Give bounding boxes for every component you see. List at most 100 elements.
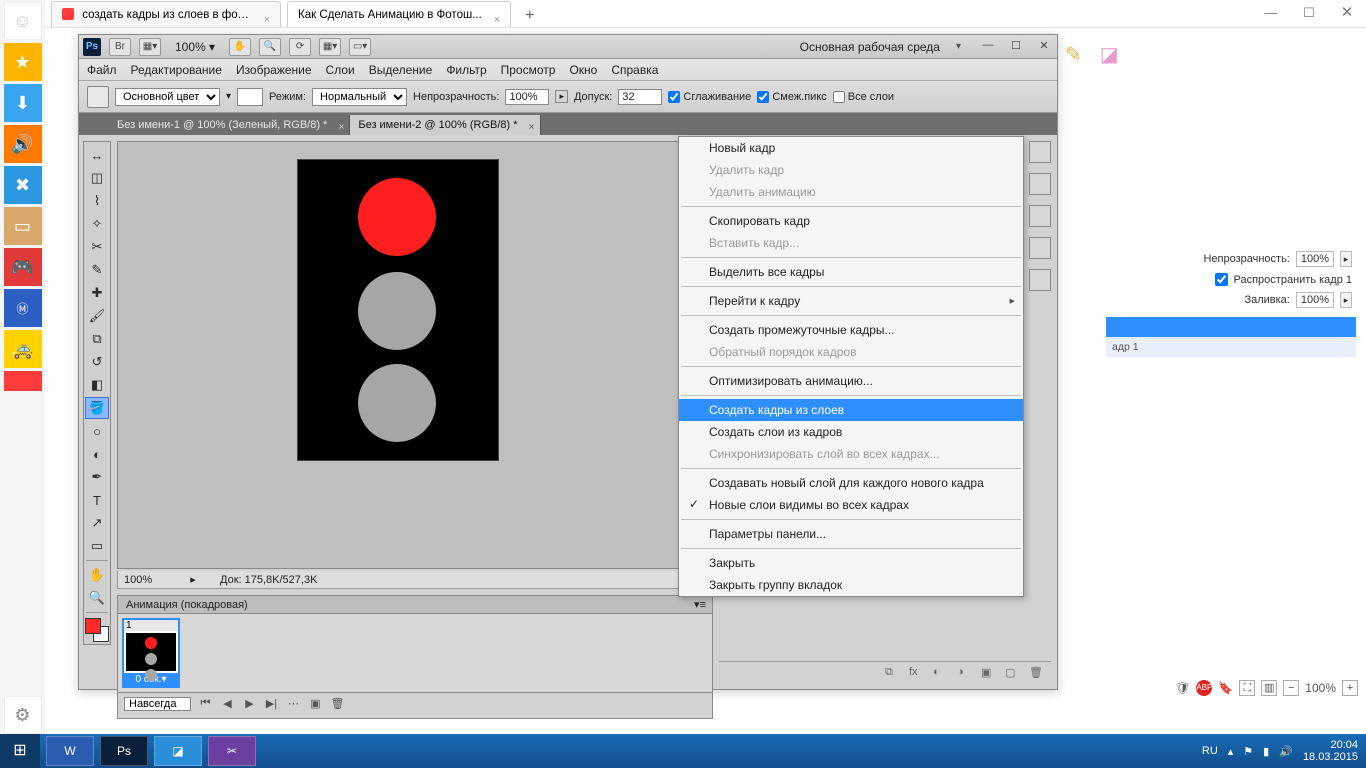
new-tab-button[interactable]: + (517, 5, 543, 27)
ctx-panel-options[interactable]: Параметры панели... (679, 523, 1023, 545)
sidebar-downloads-icon[interactable]: ⬇ (4, 84, 42, 122)
marquee-tool-icon[interactable]: ◫ (85, 167, 109, 189)
loop-select[interactable]: Навсегда (124, 697, 191, 711)
ctx-copy-frame[interactable]: Скопировать кадр (679, 210, 1023, 232)
zoom-tool-icon[interactable]: 🔍 (259, 38, 281, 56)
rotate-view-icon[interactable]: ⟳ (289, 38, 311, 56)
status-arrow-icon[interactable]: ▸ (186, 573, 200, 586)
menu-select[interactable]: Выделение (369, 63, 433, 77)
stamp-tool-icon[interactable]: ⧉ (85, 328, 109, 350)
collapsed-panel-icon[interactable] (1029, 205, 1051, 227)
zoom-out-button[interactable]: − (1283, 680, 1299, 696)
type-tool-icon[interactable]: T (85, 489, 109, 511)
menu-help[interactable]: Справка (611, 63, 658, 77)
collapsed-panel-icon[interactable] (1029, 141, 1051, 163)
eraser-icon[interactable]: ◪ (1100, 42, 1119, 67)
ctx-optimize[interactable]: Оптимизировать анимацию... (679, 370, 1023, 392)
collapsed-panel-icon[interactable] (1029, 237, 1051, 259)
group-icon[interactable]: ▣ (981, 666, 997, 680)
collapsed-panel-icon[interactable] (1029, 269, 1051, 291)
tab-close-icon[interactable]: × (260, 7, 274, 21)
pattern-swatch[interactable] (237, 88, 263, 106)
view-extras-button[interactable]: ▦▾ (139, 38, 161, 56)
wand-tool-icon[interactable]: ✧ (85, 213, 109, 235)
ps-maximize-button[interactable]: ☐ (1007, 39, 1025, 55)
bridge-button[interactable]: Br (109, 38, 131, 56)
tray-volume-icon[interactable]: 🔊 (1279, 745, 1293, 758)
menu-window[interactable]: Окно (569, 63, 597, 77)
hand-tool-icon[interactable]: ✋ (229, 38, 251, 56)
taskbar-word-icon[interactable]: W (46, 736, 94, 766)
ps-close-button[interactable]: ✕ (1035, 39, 1053, 55)
brush-tool-icon[interactable]: 🖌 (85, 305, 109, 327)
fx-icon[interactable]: fx (909, 666, 925, 680)
bookmark-icon[interactable]: 🔖 (1218, 681, 1233, 695)
opacity-arrow-icon[interactable]: ▸ (1340, 251, 1352, 267)
panel-menu-icon[interactable]: ▾≡ (694, 596, 712, 613)
taskbar-snipping-icon[interactable]: ✂ (208, 736, 256, 766)
first-frame-button[interactable]: ⏮ (197, 697, 213, 711)
tray-clock[interactable]: 20:04 18.03.2015 (1303, 739, 1358, 763)
opacity-value[interactable]: 100% (1296, 251, 1334, 267)
opacity-flyout-icon[interactable]: ▸ (555, 90, 568, 103)
sidebar-rss-icon[interactable]: 🔊 (4, 125, 42, 163)
ctx-delete-anim[interactable]: Удалить анимацию (679, 181, 1023, 203)
fill-arrow-icon[interactable]: ▸ (1340, 292, 1352, 308)
ctx-new-frame[interactable]: Новый кадр (679, 137, 1023, 159)
shield-icon[interactable]: 🛡 (1175, 681, 1190, 695)
tray-flag-icon[interactable]: ⚑ (1243, 745, 1253, 758)
menu-view[interactable]: Просмотр (501, 63, 556, 77)
taskbar-maxthon-icon[interactable]: ◪ (154, 736, 202, 766)
trash-icon[interactable]: 🗑 (1029, 666, 1045, 680)
tray-up-icon[interactable]: ▴ (1228, 745, 1234, 758)
animation-frame-1[interactable]: 1 0 сек.▾ (122, 618, 180, 688)
menu-edit[interactable]: Редактирование (131, 63, 222, 77)
browser-tab-1[interactable]: создать кадры из слоев в фото... × (51, 1, 281, 27)
browser-tab-2[interactable]: Как Сделать Анимацию в Фотош... × (287, 1, 511, 27)
contiguous-checkbox[interactable]: Смеж.пикс (757, 91, 826, 103)
pencil-icon[interactable]: ✎ (1065, 42, 1082, 67)
new-frame-button[interactable]: ▣ (307, 697, 323, 711)
ctx-tween[interactable]: Создать промежуточные кадры... (679, 319, 1023, 341)
abp-icon[interactable]: ABP (1196, 680, 1212, 696)
play-button[interactable]: ▶ (241, 697, 257, 711)
fill-value[interactable]: 100% (1296, 292, 1334, 308)
status-doc[interactable]: Док: 175,8K/527,3K (200, 574, 698, 586)
taskbar-photoshop-icon[interactable]: Ps (100, 736, 148, 766)
ctx-reverse[interactable]: Обратный порядок кадров (679, 341, 1023, 363)
screen-mode-icon[interactable]: ▭▾ (349, 38, 371, 56)
link-layers-icon[interactable]: ⧉ (885, 666, 901, 680)
heal-tool-icon[interactable]: ✚ (85, 282, 109, 304)
start-button[interactable]: ⊞ (0, 734, 40, 768)
zoom-tool-icon[interactable]: 🔍 (85, 587, 109, 609)
opacity-input[interactable]: 100% (505, 89, 549, 105)
workspace-arrow-icon[interactable]: ▾ (948, 41, 969, 52)
prev-frame-button[interactable]: ◀ (219, 697, 235, 711)
lasso-tool-icon[interactable]: ⌇ (85, 190, 109, 212)
sidebar-games-icon[interactable]: 🎮 (4, 248, 42, 286)
mode-select[interactable]: Нормальный (312, 88, 407, 106)
ctx-flatten-frames[interactable]: Создать слои из кадров (679, 421, 1023, 443)
ctx-visible-all[interactable]: Новые слои видимы во всех кадрах (679, 494, 1023, 516)
new-layer-icon[interactable]: ▢ (1005, 666, 1021, 680)
window-minimize-button[interactable]: — (1252, 0, 1290, 26)
ctx-select-all[interactable]: Выделить все кадры (679, 261, 1023, 283)
shape-tool-icon[interactable]: ▭ (85, 535, 109, 557)
doc-tab-1[interactable]: Без имени-1 @ 100% (Зеленый, RGB/8) *× (109, 115, 350, 135)
animation-tab[interactable]: Анимация (покадровая) ▾≡ (118, 596, 712, 614)
sidebar-notes-icon[interactable]: ▭ (4, 207, 42, 245)
menu-file[interactable]: Файл (87, 63, 117, 77)
menu-image[interactable]: Изображение (236, 63, 312, 77)
hand-tool-icon[interactable]: ✋ (85, 564, 109, 586)
bucket-tool-icon[interactable]: 🪣 (85, 397, 109, 419)
sidebar-taxi-icon[interactable]: 🚕 (4, 330, 42, 368)
status-zoom[interactable]: 100% (118, 574, 186, 586)
delete-frame-button[interactable]: 🗑 (329, 697, 345, 711)
path-tool-icon[interactable]: ↗ (85, 512, 109, 534)
adjustment-icon[interactable]: ◑ (957, 666, 973, 680)
canvas-area[interactable] (117, 141, 713, 569)
arrange-docs-icon[interactable]: ▦▾ (319, 38, 341, 56)
antialias-checkbox[interactable]: Сглаживание (668, 91, 751, 103)
sidebar-favorites-icon[interactable]: ★ (4, 43, 42, 81)
menu-filter[interactable]: Фильтр (446, 63, 486, 77)
